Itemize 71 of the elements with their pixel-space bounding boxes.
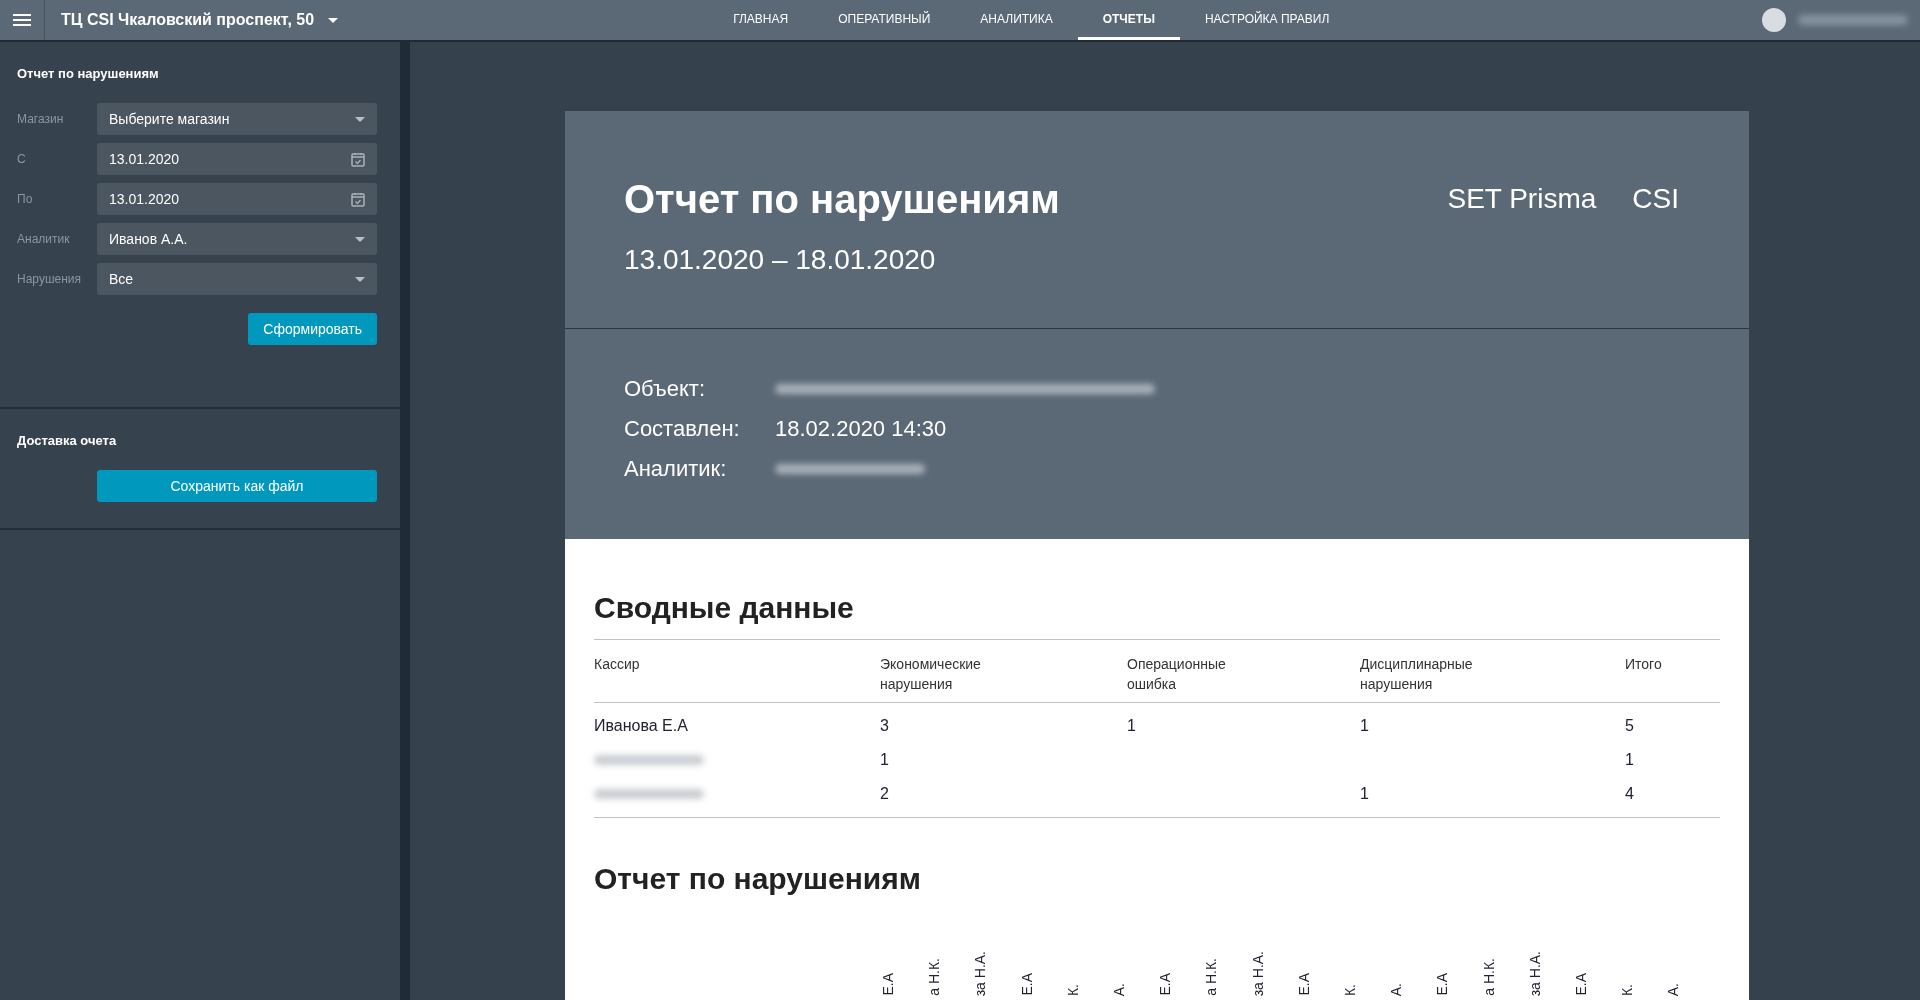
table-cell: 1: [1360, 785, 1369, 803]
dropdown-caret-icon: [355, 236, 365, 242]
column-header: Е.А: [1157, 973, 1174, 996]
dropdown-caret-icon[interactable]: [328, 17, 339, 23]
info-label: Составлен:: [624, 416, 741, 442]
dropdown-caret-icon: [355, 276, 365, 282]
date-field[interactable]: 13.01.2020: [97, 143, 377, 175]
table-cell: 1: [1127, 717, 1136, 735]
save-file-button[interactable]: Сохранить как файл: [97, 470, 377, 502]
report-period: 13.01.2020 – 18.01.2020: [624, 244, 937, 276]
nav-tab[interactable]: НАСТРОЙКА ПРАВИЛ: [1179, 0, 1355, 40]
select-field[interactable]: Все: [97, 263, 377, 295]
select-field[interactable]: Иванов А.А.: [97, 223, 377, 255]
column-header: за Н.А.: [972, 950, 989, 996]
brand-name: CSI: [1632, 183, 1679, 216]
column-header: А.: [1388, 982, 1405, 996]
section-title: Отчет по нарушениям: [17, 66, 160, 81]
report-title: Отчет по нарушениям: [624, 177, 1060, 222]
store-name: ТЦ CSI Чкаловский проспект, 50: [61, 11, 315, 29]
table-cell: 2: [880, 785, 889, 803]
generate-button[interactable]: Сформировать: [248, 313, 377, 345]
column-header: Е.А: [1434, 973, 1451, 996]
column-header: а Н.К.: [1480, 958, 1497, 996]
nav-tab[interactable]: АНАЛИТИКА: [955, 0, 1078, 40]
calendar-icon: [351, 151, 365, 167]
column-header: а Н.К.: [926, 958, 943, 996]
select-field[interactable]: Выберите магазин: [97, 103, 377, 135]
column-header: Кассир: [594, 655, 641, 674]
column-header: Дисциплинарные нарушения: [1360, 655, 1474, 694]
column-header: Е.А: [880, 973, 897, 996]
date-field[interactable]: 13.01.2020: [97, 183, 377, 215]
field-label: По: [17, 192, 34, 206]
info-value: 18.02.2020 14:30: [775, 416, 947, 442]
column-header: Экономические нарушения: [880, 655, 982, 694]
table-cell: 1: [1625, 751, 1634, 769]
user-avatar-icon[interactable]: [1762, 8, 1786, 32]
column-header: К.: [1064, 983, 1081, 996]
table-cell: 1: [880, 751, 889, 769]
nav-tab[interactable]: ГЛАВНАЯ: [708, 0, 814, 40]
calendar-icon: [351, 191, 365, 207]
column-header: Е.А: [1295, 973, 1312, 996]
menu-icon: [13, 14, 31, 26]
info-label: Объект:: [624, 376, 707, 402]
table-cell: 4: [1625, 785, 1634, 803]
field-label: Аналитик: [17, 232, 71, 246]
table-cell: 5: [1625, 717, 1634, 735]
column-header: Итого: [1625, 655, 1663, 674]
field-label: Магазин: [17, 112, 65, 126]
field-label: С: [17, 152, 27, 166]
column-header: А.: [1665, 982, 1682, 996]
column-header: А.: [1111, 982, 1128, 996]
table-cell: Иванова Е.А: [594, 717, 688, 735]
nav-tab[interactable]: ОПЕРАТИВНЫЙ: [813, 0, 956, 40]
column-header: Е.А: [1572, 973, 1589, 996]
section-title: Доставка очета: [17, 433, 118, 448]
section-heading: Сводные данные: [594, 591, 1720, 640]
field-label: Нарушения: [17, 272, 82, 286]
column-header: Е.А: [1018, 973, 1035, 996]
brand-name: SET Prisma: [1447, 183, 1597, 216]
table-cell: 1: [1360, 717, 1369, 735]
column-header: а Н.К.: [1203, 958, 1220, 996]
column-header: Операционные ошибка: [1127, 655, 1227, 694]
column-header: К.: [1341, 983, 1358, 996]
column-header: за Н.А.: [1526, 950, 1543, 996]
dropdown-caret-icon: [355, 116, 365, 122]
column-header: за Н.А.: [1249, 950, 1266, 996]
nav-tab[interactable]: ОТЧЕТЫ: [1077, 0, 1180, 40]
info-label: Аналитик:: [624, 456, 728, 482]
section-heading: Отчет по нарушениям: [594, 862, 922, 896]
table-cell: 3: [880, 717, 889, 735]
column-header: К.: [1619, 983, 1636, 996]
